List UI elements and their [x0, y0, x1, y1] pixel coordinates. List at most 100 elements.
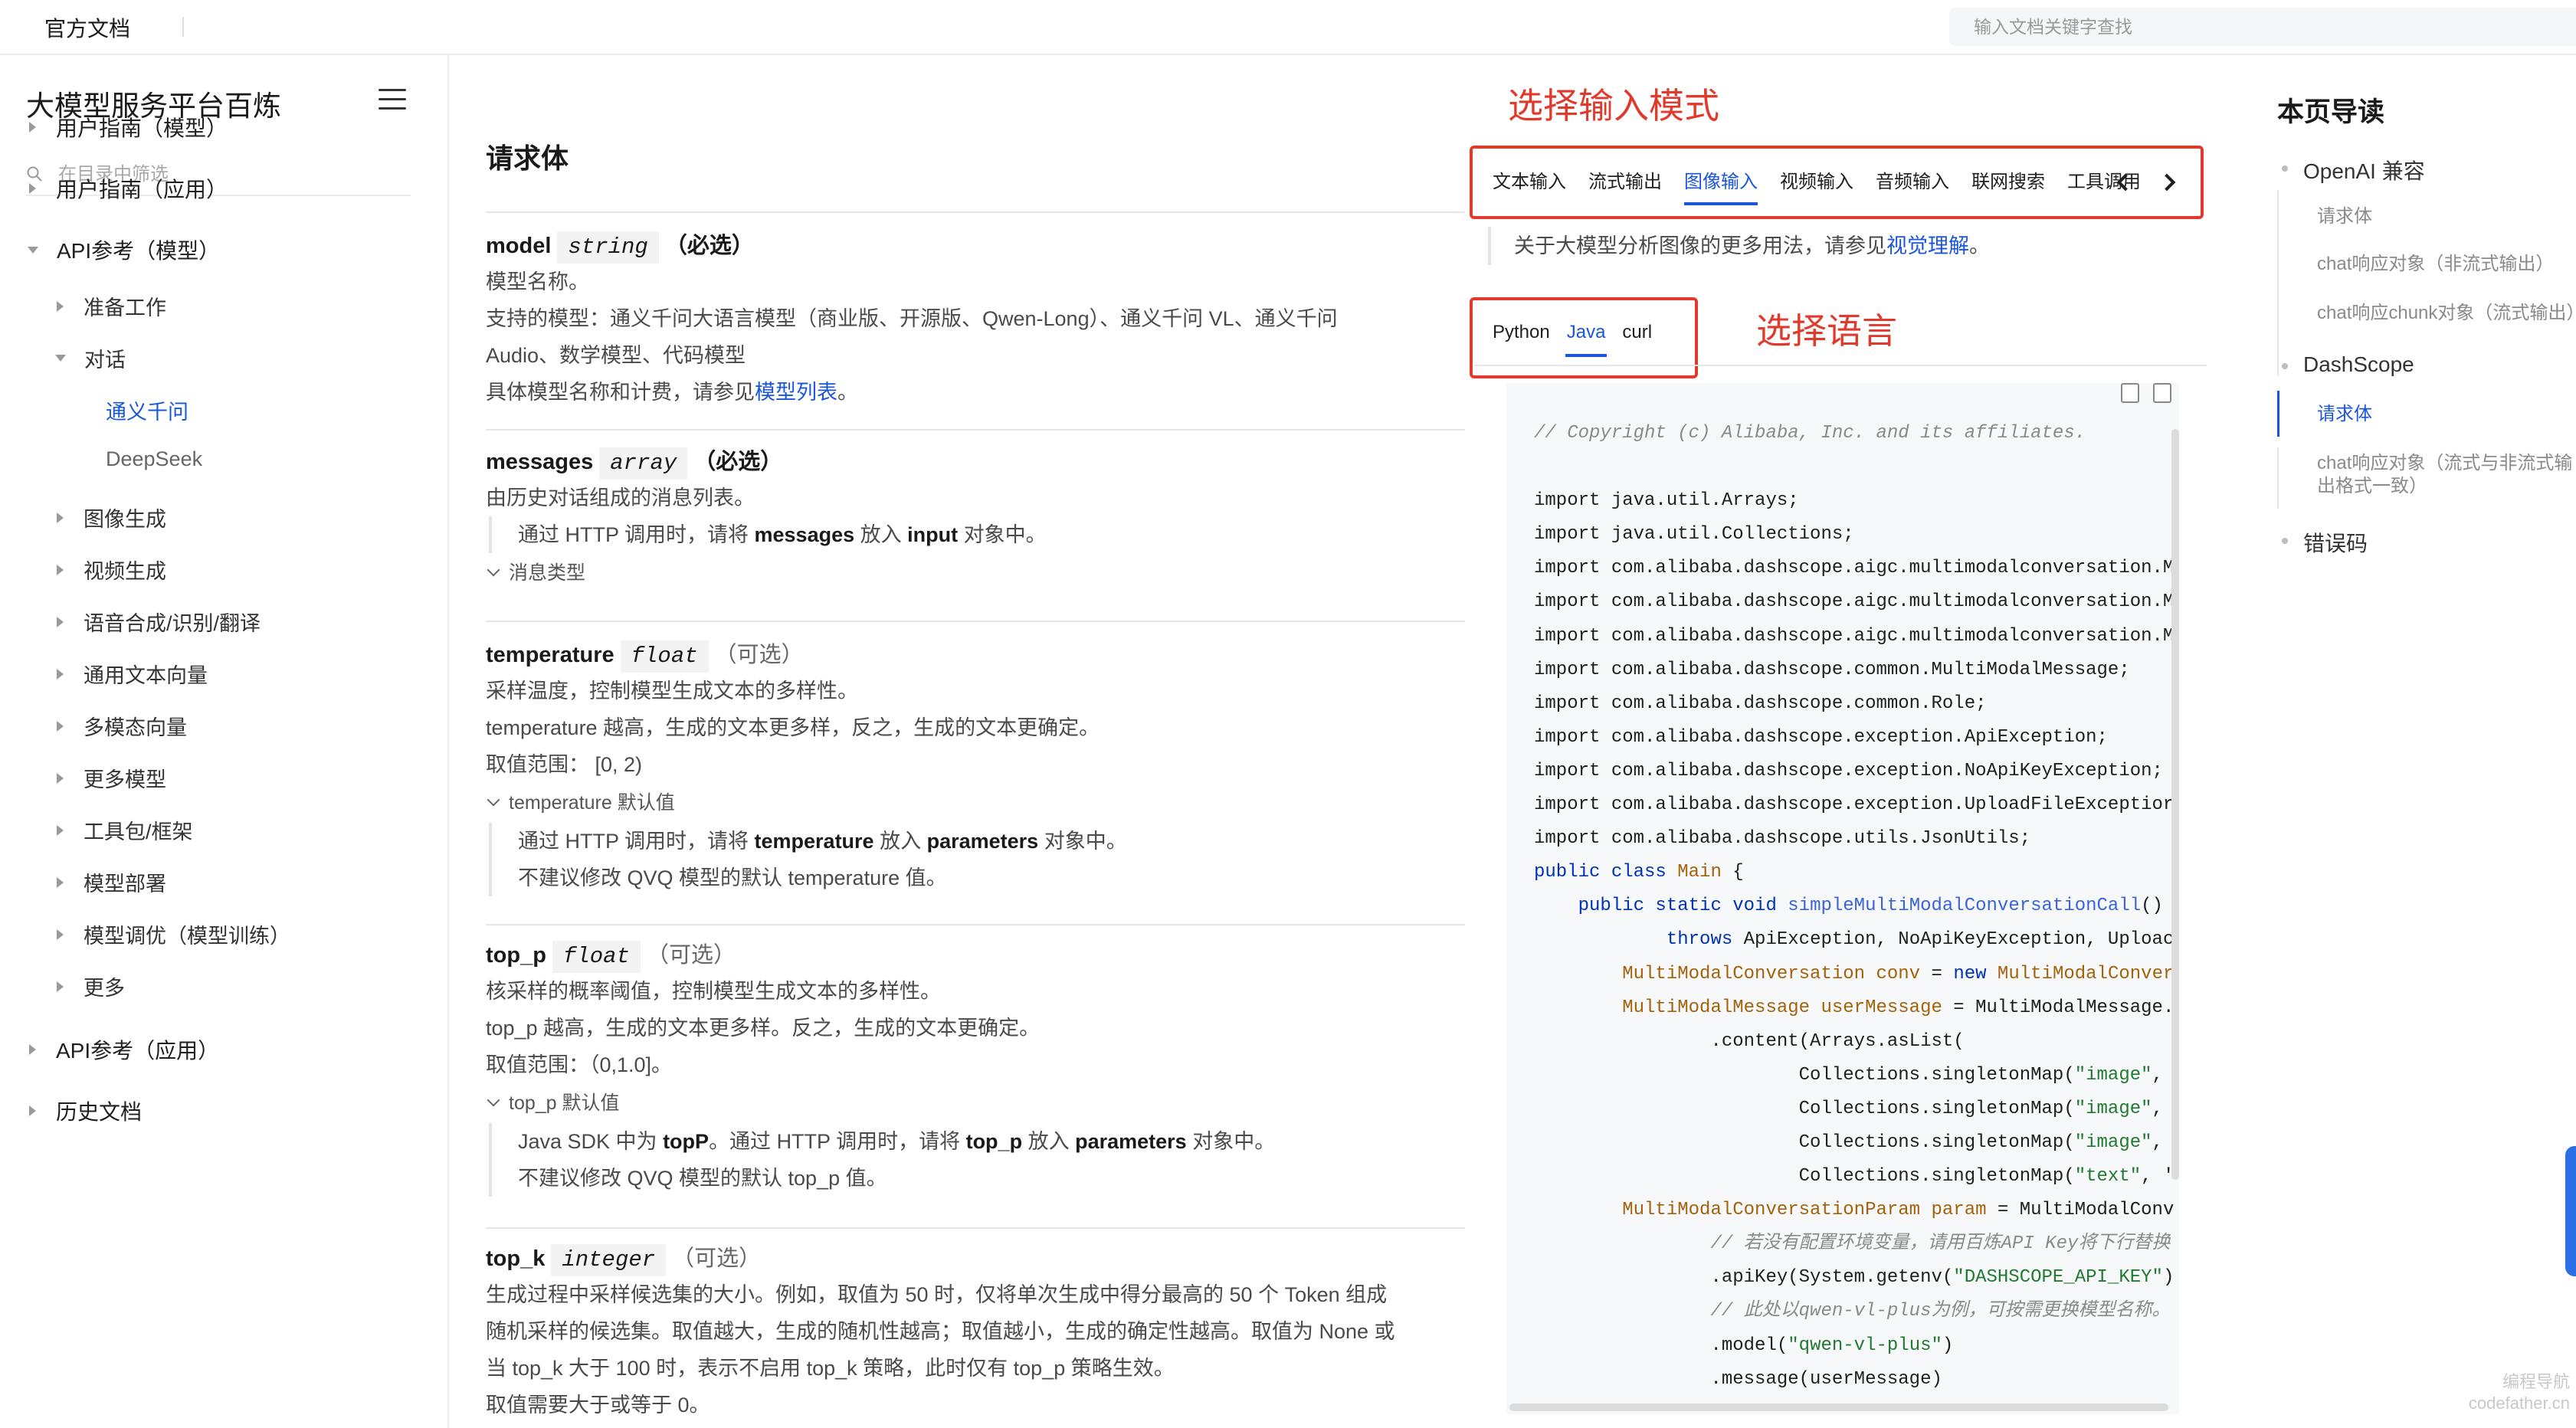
caret-down-icon [55, 355, 66, 362]
code-block[interactable]: // Copyright (c) Alibaba, Inc. and its a… [1506, 383, 2179, 1414]
text: 。 [837, 381, 858, 404]
sidebar-item[interactable]: 通用文本向量 [57, 659, 208, 689]
sidebar-item[interactable]: 用户指南（模型） [29, 112, 228, 142]
sidebar-item[interactable]: 对话 [55, 343, 126, 373]
code-token: .model( [1534, 1335, 1788, 1356]
docs-page: 官方文档 大模型服务平台百炼 用户指南（模型） 用户指南（应用） API参考（模… [0, 0, 2576, 1428]
caret-right-icon [57, 512, 64, 523]
code-token: MultiModalConversationParam param [1534, 1200, 1987, 1221]
visual-understanding-link[interactable]: 视觉理解 [1886, 234, 1969, 257]
sidebar-item[interactable]: 准备工作 [57, 291, 166, 321]
tab-image-input[interactable]: 图像输入 [1684, 153, 1758, 211]
sidebar-item[interactable]: 多模态向量 [57, 711, 187, 741]
sidebar-item[interactable]: API参考（应用） [29, 1034, 219, 1065]
sidebar-item[interactable]: API参考（模型） [28, 234, 220, 265]
sidebar-item-label: 准备工作 [84, 296, 166, 319]
param-top-k: top_k integer （可选） 生成过程中采样候选集的大小。例如，取值为 50… [486, 1243, 1459, 1423]
chevron-right-icon[interactable] [2158, 173, 2176, 192]
divider [486, 429, 1465, 431]
text: topP [663, 1130, 710, 1153]
code-token: , [2152, 1132, 2163, 1153]
chevron-left-icon[interactable] [2116, 173, 2135, 192]
sidebar-item[interactable]: 模型调优（模型训练） [57, 919, 290, 949]
sidebar-item[interactable]: 图像生成 [57, 503, 166, 532]
tab-video-input[interactable]: 视频输入 [1780, 153, 1853, 211]
copy-icon[interactable] [2153, 383, 2171, 403]
code-token: MultiModalConversation conv [1534, 963, 1921, 984]
param-type: string [557, 231, 659, 264]
tab-text-input[interactable]: 文本输入 [1493, 153, 1566, 211]
chevron-down-icon [487, 563, 500, 577]
tab-web-search[interactable]: 联网搜索 [1971, 153, 2045, 211]
lang-python[interactable]: Python [1493, 303, 1550, 362]
model-list-link[interactable]: 模型列表 [755, 381, 837, 404]
param-desc: temperature 越高，生成的文本更多样，反之，生成的文本更确定。 [486, 716, 1100, 739]
toc-item-active[interactable]: 请求体 [2317, 403, 2372, 426]
toc-item[interactable]: OpenAI 兼容 [2282, 155, 2425, 185]
sidebar-item[interactable]: 模型部署 [57, 867, 166, 897]
sidebar-item-label: 通义千问 [106, 401, 188, 424]
collapse-toggle[interactable]: temperature 默认值 [486, 783, 1459, 823]
tab-scroll-arrows [2106, 164, 2190, 202]
code-token: Collections.singletonMap( [1534, 1064, 2075, 1086]
sidebar-item[interactable]: 视频生成 [57, 555, 166, 585]
text: top_p [965, 1130, 1023, 1153]
toc-item[interactable]: 错误码 [2281, 527, 2368, 558]
code-token: "image" [2074, 1064, 2152, 1086]
toc-item[interactable]: 出格式一致） [2317, 475, 2427, 498]
toc-item[interactable]: DashScope [2282, 352, 2414, 377]
divider [1474, 365, 2207, 366]
param-name: temperature [486, 643, 615, 667]
sidebar-item-label: 更多 [84, 977, 125, 1000]
tab-audio-input[interactable]: 音频输入 [1876, 153, 1949, 211]
sidebar-item[interactable]: 语音合成/识别/翻译 [57, 607, 261, 637]
code-token: throws [1534, 929, 1733, 951]
param-desc: 具体模型名称和计费，请参见模型列表。 [486, 374, 1459, 411]
sidebar-item[interactable]: 更多模型 [57, 763, 166, 793]
input-mode-tabs: 文本输入 流式输出 图像输入 视频输入 音频输入 联网搜索 工具调用 [1474, 153, 2207, 211]
collapse-toggle[interactable]: 消息类型 [486, 553, 1459, 593]
lang-java[interactable]: Java [1565, 303, 1608, 362]
code-token: simpleMultiModalConversationCall [1788, 896, 2142, 917]
toc-item[interactable]: 请求体 [2317, 205, 2372, 228]
code-token: ApiException, NoApiKeyException, Uploac [1732, 929, 2175, 951]
sidebar-item[interactable]: 工具包/框架 [57, 815, 193, 845]
param-optional: （可选） [714, 643, 804, 667]
tab-stream-output[interactable]: 流式输出 [1588, 153, 1662, 211]
code-vertical-scrollbar[interactable] [2171, 429, 2179, 1180]
caret-right-icon [57, 720, 64, 732]
sidebar-item[interactable]: 历史文档 [29, 1096, 142, 1126]
code-token: "image" [2074, 1098, 2152, 1119]
sidebar-item[interactable]: 更多 [57, 971, 125, 1001]
doc-search-box[interactable] [1949, 8, 2576, 46]
text: 通过 HTTP 调用时，请将 [518, 830, 755, 853]
sidebar-item[interactable]: DeepSeek [106, 447, 202, 471]
sidebar-item[interactable]: 用户指南（应用） [29, 173, 228, 204]
code-token: Collections.singletonMap( [1534, 1098, 2075, 1119]
param-desc: 由历史对话组成的消息列表。 [486, 486, 755, 509]
toc-item[interactable]: chat响应chunk对象（流式输出） [2317, 302, 2576, 325]
open-in-editor-icon[interactable] [2121, 383, 2139, 403]
sidebar-item-label: 用户指南（模型） [56, 116, 228, 140]
chevron-down-icon [487, 1093, 500, 1107]
param-type: float [620, 640, 709, 673]
text: 不建议修改 QVQ 模型的默认 top_p 值。 [518, 1167, 887, 1190]
code-line: .content(Arrays.asList( [1534, 1030, 1965, 1052]
lang-curl[interactable]: curl [1622, 303, 1652, 362]
param-required: （必选） [664, 234, 754, 258]
text: 。通过 HTTP 调用时，请将 [709, 1130, 966, 1153]
caret-right-icon [29, 122, 36, 133]
divider [486, 621, 1465, 622]
feedback-tab[interactable] [2565, 1146, 2576, 1276]
brand-link[interactable]: 官方文档 [44, 12, 130, 43]
param-name: top_k [486, 1246, 546, 1271]
code-token: Collections.singletonMap( [1534, 1166, 2075, 1187]
text: Java SDK 中为 [518, 1130, 664, 1153]
collapse-toggle[interactable]: top_p 默认值 [486, 1083, 1459, 1123]
sidebar-item-active[interactable]: 通义千问 [106, 395, 188, 425]
toc-item[interactable]: chat响应对象（流式与非流式输 [2317, 452, 2572, 475]
doc-search-input[interactable] [1949, 8, 2576, 46]
toc-item[interactable]: chat响应对象（非流式输出） [2317, 253, 2554, 276]
code-horizontal-scrollbar[interactable] [1509, 1403, 2168, 1411]
hamburger-menu-icon[interactable] [379, 89, 406, 112]
